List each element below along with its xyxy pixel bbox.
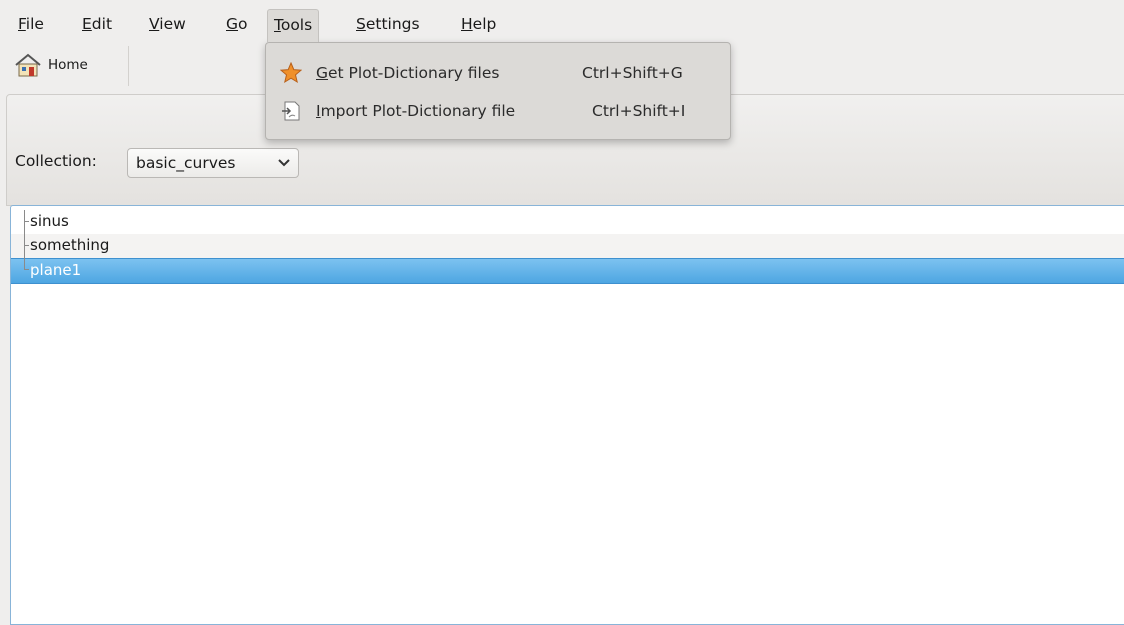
tools-menu: Get Plot-Dictionary files Ctrl+Shift+G I…: [265, 42, 731, 140]
menu-settings-mnemonic: S: [356, 15, 366, 33]
collection-label: Collection:: [15, 152, 97, 170]
menu-go[interactable]: Go: [220, 10, 254, 38]
tree-item-label: plane1: [30, 261, 82, 279]
collection-select[interactable]: basic_curves: [127, 148, 299, 178]
menu-tools-mnemonic: T: [274, 16, 281, 34]
menu-help-label: elp: [472, 15, 497, 33]
get-plot-dictionary-files-label: Get Plot-Dictionary files: [316, 64, 499, 82]
tree-item[interactable]: something: [11, 234, 1124, 258]
get-mnemonic: G: [316, 64, 329, 82]
tree-branch-line: [24, 210, 25, 270]
star-icon: [280, 62, 302, 84]
plot-tree[interactable]: sinus something plane1: [10, 205, 1124, 625]
menu-go-mnemonic: G: [226, 15, 239, 33]
home-label: Home: [48, 57, 88, 73]
import-label-rest: mport Plot-Dictionary file: [320, 102, 516, 120]
tree-branch-line: [24, 269, 29, 270]
menu-go-label: o: [238, 15, 248, 33]
import-file-icon: [282, 101, 300, 121]
menu-view-label: iew: [159, 15, 186, 33]
tree-item-selected[interactable]: plane1: [11, 258, 1124, 284]
home-icon: [15, 53, 41, 77]
shortcut-label: Ctrl+Shift+I: [592, 102, 686, 120]
menu-file-label: ile: [25, 15, 44, 33]
get-plot-dictionary-files-item[interactable]: Get Plot-Dictionary files Ctrl+Shift+G: [266, 57, 730, 89]
get-label-rest: et Plot-Dictionary files: [328, 64, 500, 82]
menu-view-mnemonic: V: [149, 15, 160, 33]
menu-file[interactable]: File: [12, 10, 50, 38]
home-button[interactable]: Home: [14, 50, 88, 80]
menu-help-mnemonic: H: [461, 15, 473, 33]
menu-edit-label: dit: [91, 15, 113, 33]
toolbar-separator: [128, 46, 129, 86]
menu-view[interactable]: View: [143, 10, 192, 38]
menu-tools-label: ools: [280, 16, 313, 34]
menu-help[interactable]: Help: [455, 10, 502, 38]
import-plot-dictionary-file-label: Import Plot-Dictionary file: [316, 102, 515, 120]
tree-item-label: sinus: [30, 212, 69, 230]
tree-branch-line: [24, 221, 29, 222]
chevron-down-icon: [278, 149, 290, 188]
tree-item-label: something: [30, 236, 110, 254]
menu-edit[interactable]: Edit: [76, 10, 118, 38]
tree-item[interactable]: sinus: [11, 210, 1124, 234]
import-plot-dictionary-file-item[interactable]: Import Plot-Dictionary file Ctrl+Shift+I: [266, 95, 730, 127]
menu-tools[interactable]: Tools: [267, 9, 320, 42]
tree-branch-line: [24, 245, 29, 246]
menu-file-mnemonic: F: [18, 15, 26, 33]
collection-value: basic_curves: [136, 154, 236, 172]
menu-edit-mnemonic: E: [82, 15, 92, 33]
menu-settings-label: ettings: [365, 15, 420, 33]
menubar: File Edit View Go Tools Settings Help: [0, 0, 1124, 42]
menu-settings[interactable]: Settings: [350, 10, 426, 38]
shortcut-label: Ctrl+Shift+G: [582, 64, 683, 82]
